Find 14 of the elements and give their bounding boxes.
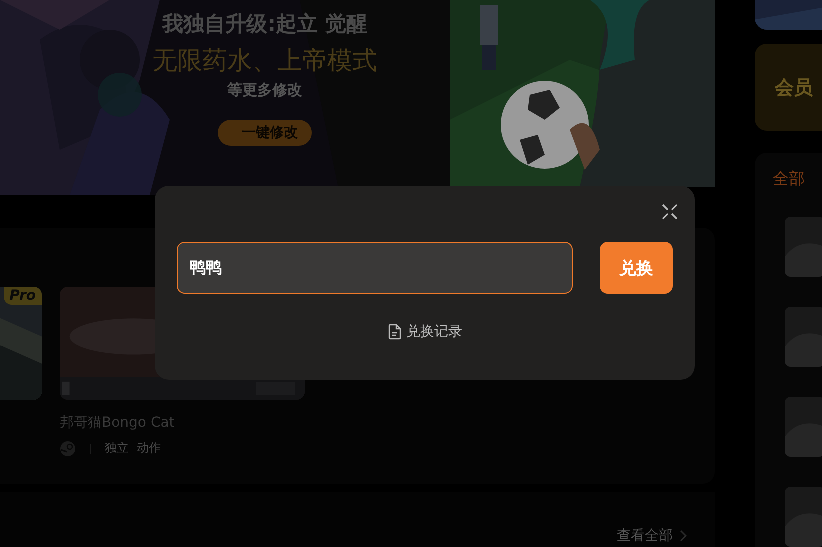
genre-tag[interactable]: 动作: [137, 440, 161, 457]
pro-badge: Pro: [4, 287, 42, 305]
filter-tab[interactable]: 全部: [773, 169, 822, 190]
redeem-button[interactable]: 兑换: [600, 242, 673, 294]
document-icon: [388, 324, 402, 340]
vip-label: 会员: [775, 76, 813, 101]
code-input-field[interactable]: 鸭鸭: [177, 242, 573, 294]
genre-tag[interactable]: 独立: [105, 440, 129, 457]
close-icon[interactable]: [661, 203, 679, 221]
steam-icon: [60, 440, 76, 456]
vip-card[interactable]: 会员: [755, 44, 822, 131]
view-all-link[interactable]: 查看全部: [617, 527, 673, 545]
history-link[interactable]: 兑换记录: [388, 323, 462, 341]
chevron-right-icon: [679, 530, 687, 542]
